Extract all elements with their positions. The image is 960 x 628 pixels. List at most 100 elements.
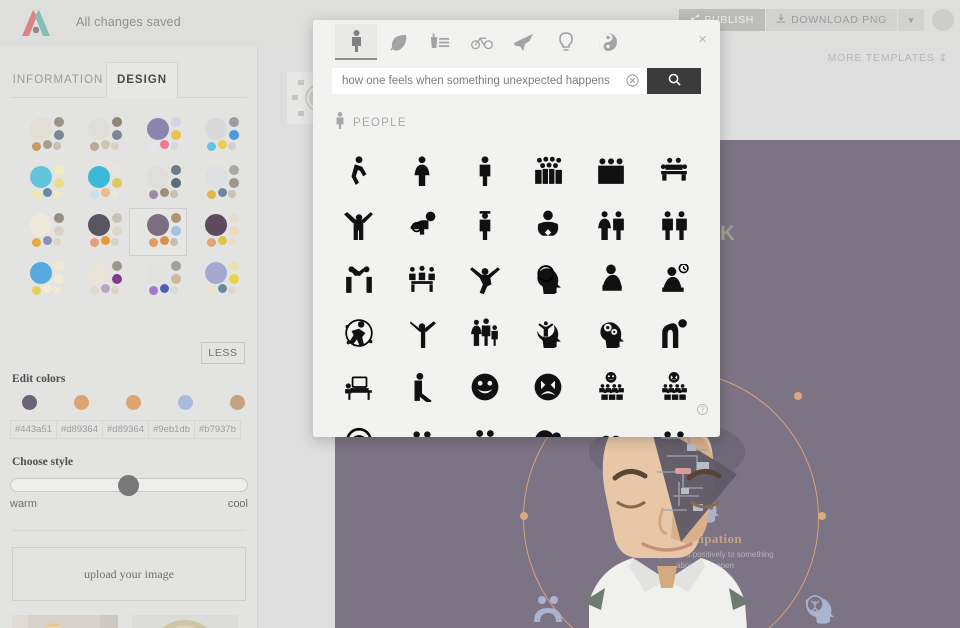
- group-meeting-icon[interactable]: [407, 264, 437, 294]
- desk-computer-icon[interactable]: [344, 372, 374, 402]
- arms-raised-person-icon[interactable]: [343, 210, 374, 240]
- partial-row-icon-4[interactable]: [533, 426, 563, 437]
- download-options-caret[interactable]: ▼: [898, 9, 924, 31]
- search-icon: [668, 73, 681, 89]
- palette-swatch-9[interactable]: [70, 208, 128, 256]
- palette-dot: [228, 165, 239, 175]
- person-waiting-clock-icon[interactable]: [659, 264, 690, 294]
- app-logo[interactable]: [20, 8, 54, 38]
- partial-row-icon-5[interactable]: [596, 426, 626, 437]
- palette-swatch-4[interactable]: [12, 160, 70, 208]
- palette-dot: [101, 284, 111, 293]
- palette-dot: [169, 190, 178, 198]
- icon-tab-people[interactable]: [335, 24, 377, 60]
- split-face-circuit-illustration[interactable]: [557, 414, 777, 628]
- head-with-person-icon[interactable]: [533, 318, 563, 348]
- partial-row-icon-3[interactable]: [470, 426, 500, 437]
- color-hex-4[interactable]: #b7937b: [194, 420, 241, 439]
- partial-row-icon-2[interactable]: [407, 426, 437, 437]
- color-hex-0[interactable]: #443a51: [10, 420, 57, 439]
- palette-swatch-14[interactable]: [129, 256, 187, 304]
- icon-tab-ideas[interactable]: [545, 24, 587, 60]
- color-hex-1[interactable]: #d89364: [56, 420, 103, 439]
- einstein-illustration[interactable]: [132, 615, 238, 628]
- palette-swatch-2[interactable]: [129, 112, 187, 160]
- person-resting-head-icon[interactable]: [596, 264, 626, 294]
- baby-icon[interactable]: [533, 210, 563, 240]
- person-in-circle-icon[interactable]: [344, 318, 374, 348]
- palette-swatch-11[interactable]: [187, 208, 245, 256]
- palette-swatch-5[interactable]: [70, 160, 128, 208]
- more-templates-control[interactable]: MORE TEMPLATES ⇕: [828, 52, 948, 64]
- search-input[interactable]: [332, 68, 647, 94]
- meeting-table-icon[interactable]: [659, 156, 689, 186]
- happy-face-icon[interactable]: [470, 372, 500, 402]
- celebrating-person-icon[interactable]: [407, 318, 437, 348]
- help-icon[interactable]: ?: [697, 404, 708, 415]
- crawling-baby-icon[interactable]: [407, 210, 437, 240]
- two-men-icon[interactable]: [659, 210, 689, 240]
- icon-tab-sports[interactable]: [461, 24, 503, 60]
- happy-audience-icon[interactable]: [596, 372, 626, 402]
- palette-dot: [88, 214, 111, 236]
- crowd-icon[interactable]: [533, 156, 563, 186]
- icon-tab-symbols[interactable]: [587, 24, 629, 60]
- download-png-button[interactable]: DOWNLOAD PNG: [766, 9, 897, 31]
- color-dot-3[interactable]: [178, 395, 193, 410]
- man-with-hat-icon[interactable]: [470, 210, 500, 240]
- style-slider-knob[interactable]: [118, 475, 140, 496]
- color-dot-2[interactable]: [126, 395, 141, 410]
- color-dot-0[interactable]: [22, 395, 37, 410]
- palette-dot: [101, 188, 111, 197]
- palette-swatch-12[interactable]: [12, 256, 70, 304]
- jumping-person-icon[interactable]: [469, 264, 500, 294]
- style-slider[interactable]: [10, 475, 248, 496]
- palette-swatch-13[interactable]: [70, 256, 128, 304]
- woman-icon[interactable]: [407, 156, 437, 186]
- tab-information[interactable]: INFORMATION: [10, 62, 106, 98]
- palette-swatch-3[interactable]: [187, 112, 245, 160]
- clear-circle-icon[interactable]: [626, 74, 639, 87]
- icon-picker-modal[interactable]: × how one feels when something unexpecte…: [313, 20, 720, 437]
- three-people-icon[interactable]: [596, 156, 626, 186]
- palette-dot: [227, 190, 236, 198]
- color-hex-2[interactable]: #d89364: [102, 420, 149, 439]
- palette-swatch-8[interactable]: [12, 208, 70, 256]
- color-dot-1[interactable]: [74, 395, 89, 410]
- man-icon[interactable]: [470, 156, 500, 186]
- color-dot-4[interactable]: [230, 395, 245, 410]
- sitting-person-icon[interactable]: [407, 372, 437, 402]
- palette-swatch-0[interactable]: [12, 112, 70, 160]
- user-avatar[interactable]: [932, 9, 954, 31]
- walking-person-icon[interactable]: [344, 156, 374, 186]
- palette-swatch-6[interactable]: [129, 160, 187, 208]
- upload-image-button[interactable]: upload your image: [12, 547, 246, 601]
- palette-swatch-10[interactable]: [128, 208, 187, 256]
- palette-dot: [88, 118, 111, 140]
- head-profile-icon[interactable]: [533, 264, 563, 294]
- partial-row-icon-1[interactable]: [344, 426, 374, 437]
- icon-tab-nature[interactable]: [377, 24, 419, 60]
- palette-swatch-1[interactable]: [70, 112, 128, 160]
- partial-row-icon-6[interactable]: [659, 426, 689, 437]
- sad-face-icon[interactable]: [533, 372, 563, 402]
- color-hex-3[interactable]: #9eb1db: [148, 420, 195, 439]
- close-icon[interactable]: ×: [698, 32, 707, 47]
- palette-swatch-15[interactable]: [187, 256, 245, 304]
- palette-dot: [53, 238, 61, 246]
- icon-tab-food[interactable]: [419, 24, 461, 60]
- high-five-icon[interactable]: [344, 264, 374, 294]
- head-with-gears-icon[interactable]: [596, 318, 626, 348]
- couple-icon[interactable]: [596, 210, 626, 240]
- palette-swatch-7[interactable]: [187, 160, 245, 208]
- palette-dot: [206, 286, 216, 295]
- palette-dot: [169, 286, 178, 294]
- less-button[interactable]: LESS: [201, 342, 245, 364]
- tab-design[interactable]: DESIGN: [106, 62, 178, 98]
- bowing-person-icon[interactable]: [659, 318, 689, 348]
- sad-audience-icon[interactable]: [659, 372, 689, 402]
- search-submit-button[interactable]: [647, 68, 701, 94]
- icon-tab-travel[interactable]: [503, 24, 545, 60]
- family-icon[interactable]: [470, 318, 500, 348]
- woman-in-red-photo[interactable]: [12, 615, 118, 628]
